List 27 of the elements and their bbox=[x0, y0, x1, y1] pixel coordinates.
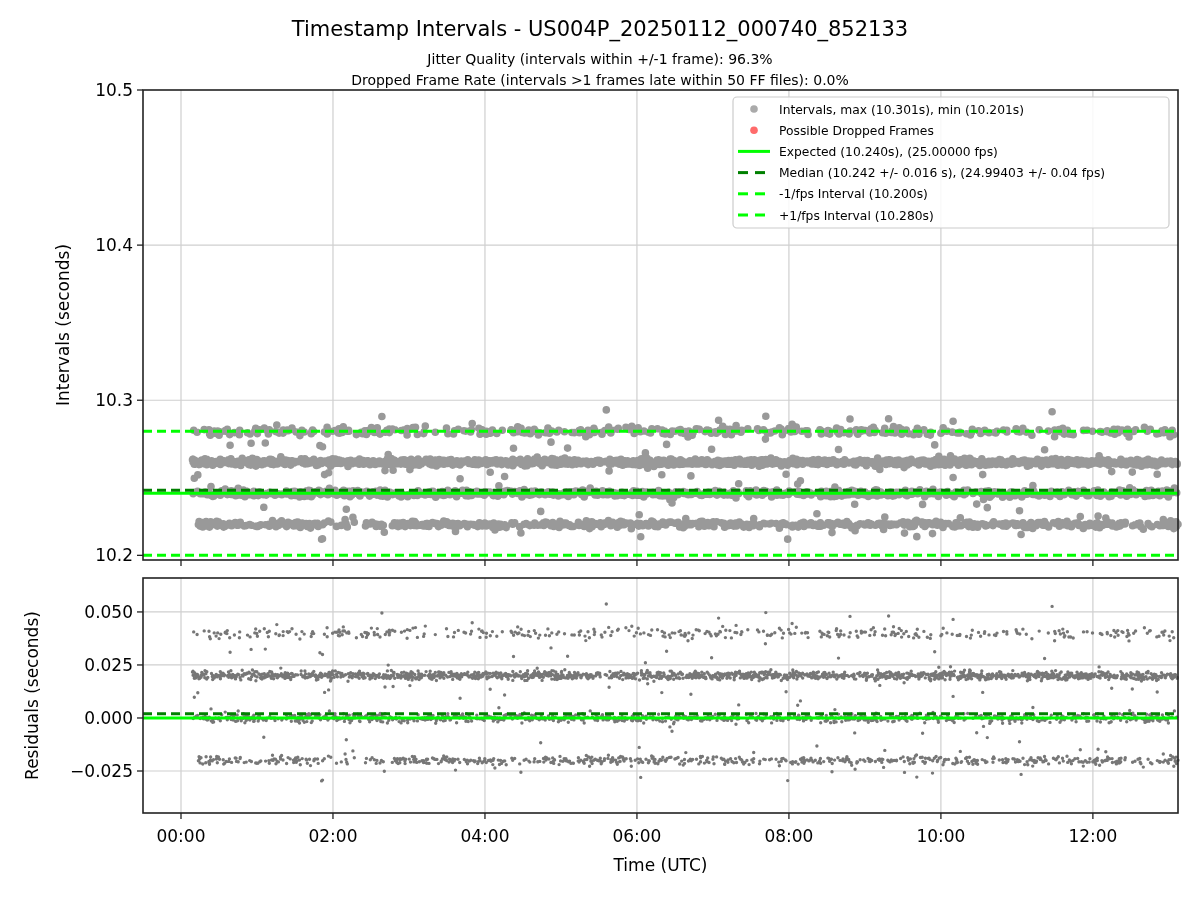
legend-label: +1/fps Interval (10.280s) bbox=[779, 208, 934, 223]
tick-label: 08:00 bbox=[764, 826, 814, 846]
legend-label: Possible Dropped Frames bbox=[779, 123, 934, 138]
legend-label: Expected (10.240s), (25.00000 fps) bbox=[779, 144, 998, 159]
tick-label: 00:00 bbox=[156, 826, 206, 846]
tick-label: 0.050 bbox=[84, 601, 133, 622]
chart-title: Timestamp Intervals - US004P_20250112_000740_852133 bbox=[291, 17, 909, 41]
tick-label: 10.4 bbox=[95, 235, 133, 256]
chart-subtitle: Dropped Frame Rate (intervals >1 frames late within 50 FF files): 0.0% bbox=[351, 72, 849, 88]
legend-label: -1/fps Interval (10.200s) bbox=[779, 187, 928, 202]
axis-label: Intervals (seconds) bbox=[53, 243, 73, 407]
tick-label: 06:00 bbox=[612, 826, 662, 846]
tick-label: −0.025 bbox=[70, 761, 133, 781]
tick-label: 10.2 bbox=[95, 545, 133, 566]
tick-label: 0.025 bbox=[84, 654, 133, 675]
tick-label: 0.000 bbox=[84, 708, 133, 728]
tick-label: 10.5 bbox=[95, 80, 133, 100]
legend-label: Median (10.242 +/- 0.016 s), (24.99403 +/- 0.04 fps) bbox=[779, 166, 1106, 181]
tick-label: 04:00 bbox=[460, 826, 510, 846]
tick-label: 10.3 bbox=[95, 390, 133, 411]
tick-label: 10:00 bbox=[916, 826, 966, 846]
axis-label: Residuals (seconds) bbox=[22, 611, 42, 780]
legend-label: Intervals, max (10.301s), min (10.201s) bbox=[779, 102, 1024, 117]
axis-label: Time (UTC) bbox=[613, 855, 708, 875]
tick-label: 12:00 bbox=[1068, 826, 1118, 846]
chart-subtitle: Jitter Quality (intervals within +/-1 frame): 96.3% bbox=[427, 51, 773, 67]
tick-label: 02:00 bbox=[308, 826, 358, 846]
